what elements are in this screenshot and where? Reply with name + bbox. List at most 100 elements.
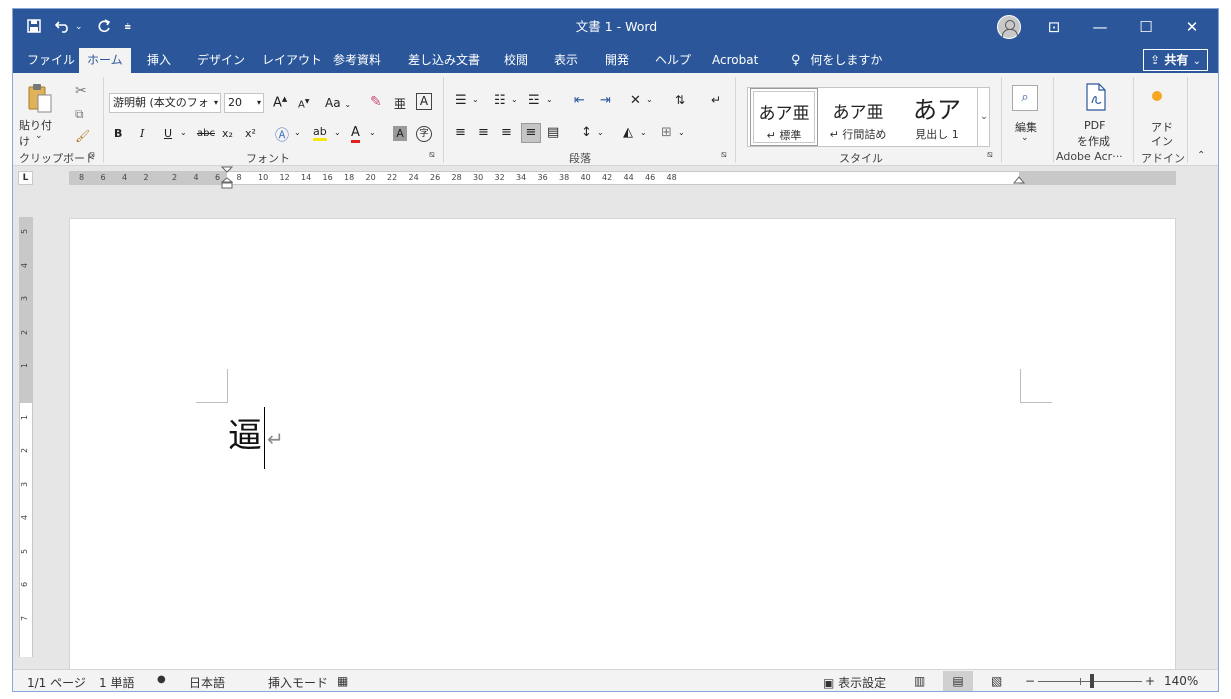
- justify-icon[interactable]: ≡: [521, 123, 541, 143]
- cut-icon[interactable]: ✂: [75, 83, 87, 99]
- word-count[interactable]: 1 単語: [99, 674, 134, 691]
- tab-insert[interactable]: 挿入: [139, 48, 179, 73]
- dialog-launcher-icon[interactable]: ⧅: [89, 150, 95, 160]
- distributed-icon[interactable]: ▤: [547, 125, 559, 140]
- zoom-level[interactable]: 140%: [1164, 674, 1198, 688]
- chevron-down-icon[interactable]: ⌄: [472, 95, 479, 104]
- clear-formatting-icon[interactable]: ✎: [370, 94, 382, 110]
- bold-button[interactable]: B: [114, 127, 122, 140]
- chevron-down-icon[interactable]: ⌄: [180, 128, 187, 137]
- language-indicator[interactable]: 日本語: [189, 674, 225, 691]
- chevron-down-icon[interactable]: ⌄: [678, 128, 685, 137]
- dialog-launcher-icon[interactable]: ⧅: [987, 150, 993, 160]
- copy-icon[interactable]: ⧉: [75, 107, 84, 122]
- tab-mailings[interactable]: 差し込み文書: [400, 48, 488, 73]
- chevron-down-icon[interactable]: ⌄: [511, 95, 518, 104]
- tab-home[interactable]: ホーム: [79, 48, 131, 73]
- paragraph-shading-icon[interactable]: ◭: [623, 125, 633, 140]
- tab-developer[interactable]: 開発: [597, 48, 637, 73]
- font-size-select[interactable]: 20 ▾: [224, 93, 264, 113]
- ribbon-display-options-icon[interactable]: ⊡: [1031, 9, 1077, 45]
- dialog-launcher-icon[interactable]: ⧅: [429, 150, 435, 160]
- customize-qat-icon[interactable]: ⩧: [125, 20, 131, 34]
- redo-icon[interactable]: [97, 18, 111, 37]
- superscript-button[interactable]: x²: [245, 127, 256, 140]
- document-page[interactable]: 逼 ↵: [69, 218, 1176, 669]
- minimize-button[interactable]: —: [1077, 9, 1123, 45]
- chevron-down-icon[interactable]: ⌄: [640, 128, 647, 137]
- phonetic-guide-icon[interactable]: 亜: [394, 95, 406, 112]
- decrease-indent-icon[interactable]: ⇤: [574, 93, 585, 108]
- chevron-down-icon[interactable]: ⌄: [546, 95, 553, 104]
- chevron-down-icon[interactable]: ⌄: [646, 95, 653, 104]
- styles-more-button[interactable]: ⌄: [977, 88, 990, 146]
- insert-mode-indicator[interactable]: 挿入モード: [268, 674, 328, 691]
- enclose-characters-button[interactable]: 字: [416, 126, 432, 142]
- asian-layout-icon[interactable]: ✕: [630, 93, 641, 108]
- font-color-button[interactable]: A: [351, 125, 360, 143]
- tab-acrobat[interactable]: Acrobat: [704, 48, 766, 73]
- collapse-ribbon-icon[interactable]: ⌃: [1197, 150, 1205, 161]
- change-case-button[interactable]: Aa ⌄: [325, 96, 351, 110]
- shrink-font-button[interactable]: A▼: [298, 98, 309, 110]
- increase-indent-icon[interactable]: ⇥: [600, 93, 611, 108]
- zoom-in-button[interactable]: +: [1145, 674, 1155, 688]
- dialog-launcher-icon[interactable]: ⧅: [721, 150, 727, 160]
- bullets-icon[interactable]: ☰: [455, 93, 467, 108]
- share-button[interactable]: ⇪ 共有 ⌄: [1143, 49, 1208, 71]
- close-button[interactable]: ✕: [1169, 9, 1215, 45]
- document-text[interactable]: 逼: [228, 414, 262, 458]
- right-indent-marker-icon[interactable]: [1013, 176, 1025, 186]
- sort-icon[interactable]: ⇅: [675, 93, 685, 107]
- text-effects-icon[interactable]: Ⓐ: [275, 125, 289, 145]
- zoom-out-button[interactable]: −: [1025, 674, 1035, 688]
- tab-selector[interactable]: L: [18, 171, 33, 185]
- undo-dropdown-icon[interactable]: ⌄: [75, 22, 83, 32]
- chevron-down-icon[interactable]: ⌄: [597, 128, 604, 137]
- paste-button[interactable]: 貼り付け ⌄: [19, 81, 61, 148]
- horizontal-ruler[interactable]: 8 6 4 2 2 4 6 8 10 12 14 16 18 20 22 24 26 28 30 32 34 36 38 40…: [69, 166, 1176, 189]
- align-left-icon[interactable]: ≡: [455, 125, 466, 140]
- save-icon[interactable]: [27, 18, 41, 37]
- editing-button[interactable]: ⌕ 編集 ⌄: [1009, 81, 1043, 147]
- align-right-icon[interactable]: ≡: [501, 125, 512, 140]
- character-shading-button[interactable]: A: [393, 126, 407, 141]
- web-layout-icon[interactable]: ▧: [991, 674, 1002, 688]
- font-family-select[interactable]: 游明朝 (本文のフォ ▾: [109, 93, 221, 113]
- create-pdf-button[interactable]: PDF を作成: [1068, 81, 1124, 148]
- chevron-down-icon[interactable]: ⌄: [334, 128, 341, 137]
- format-painter-icon[interactable]: 🖌: [75, 129, 90, 143]
- accessibility-icon[interactable]: ▦: [337, 674, 348, 688]
- strikethrough-button[interactable]: abc: [197, 128, 215, 139]
- maximize-button[interactable]: ☐: [1123, 9, 1169, 45]
- undo-icon[interactable]: [54, 18, 71, 37]
- subscript-button[interactable]: x₂: [222, 127, 233, 140]
- style-no-spacing[interactable]: あア亜 ↵ 行間詰め: [820, 88, 896, 146]
- tab-file[interactable]: ファイル: [19, 48, 83, 73]
- tab-layout[interactable]: レイアウト: [254, 48, 330, 73]
- multilevel-list-icon[interactable]: ☲: [528, 93, 540, 108]
- display-settings-button[interactable]: ▣ 表示設定: [823, 674, 886, 691]
- character-border-icon[interactable]: A: [416, 93, 432, 110]
- tab-review[interactable]: 校閲: [496, 48, 536, 73]
- tab-references[interactable]: 参考資料: [325, 48, 389, 73]
- vertical-ruler[interactable]: 5 4 3 2 1 1 2 3 4 5 6 7: [19, 217, 33, 657]
- tab-help[interactable]: ヘルプ: [647, 48, 699, 73]
- italic-button[interactable]: I: [140, 127, 144, 140]
- print-layout-icon[interactable]: ▤: [943, 671, 973, 691]
- align-center-icon[interactable]: ≡: [478, 125, 489, 140]
- chevron-down-icon[interactable]: ⌄: [369, 128, 376, 137]
- grow-font-button[interactable]: A▲: [273, 95, 287, 110]
- show-formatting-marks-icon[interactable]: ↵: [711, 93, 721, 107]
- tell-me-box[interactable]: ♀ 何をしますか: [783, 48, 890, 73]
- chevron-down-icon[interactable]: ⌄: [294, 128, 301, 137]
- style-normal[interactable]: あア亜 ↵ 標準: [750, 88, 818, 146]
- zoom-slider-thumb[interactable]: [1090, 674, 1094, 688]
- underline-button[interactable]: U: [164, 127, 172, 140]
- tab-design[interactable]: デザイン: [189, 48, 253, 73]
- borders-icon[interactable]: ⊞: [661, 125, 672, 140]
- highlight-button[interactable]: ab: [313, 125, 327, 141]
- tab-view[interactable]: 表示: [546, 48, 586, 73]
- numbering-icon[interactable]: ☷: [494, 93, 506, 108]
- style-heading-1[interactable]: あア 見出し 1: [898, 88, 976, 146]
